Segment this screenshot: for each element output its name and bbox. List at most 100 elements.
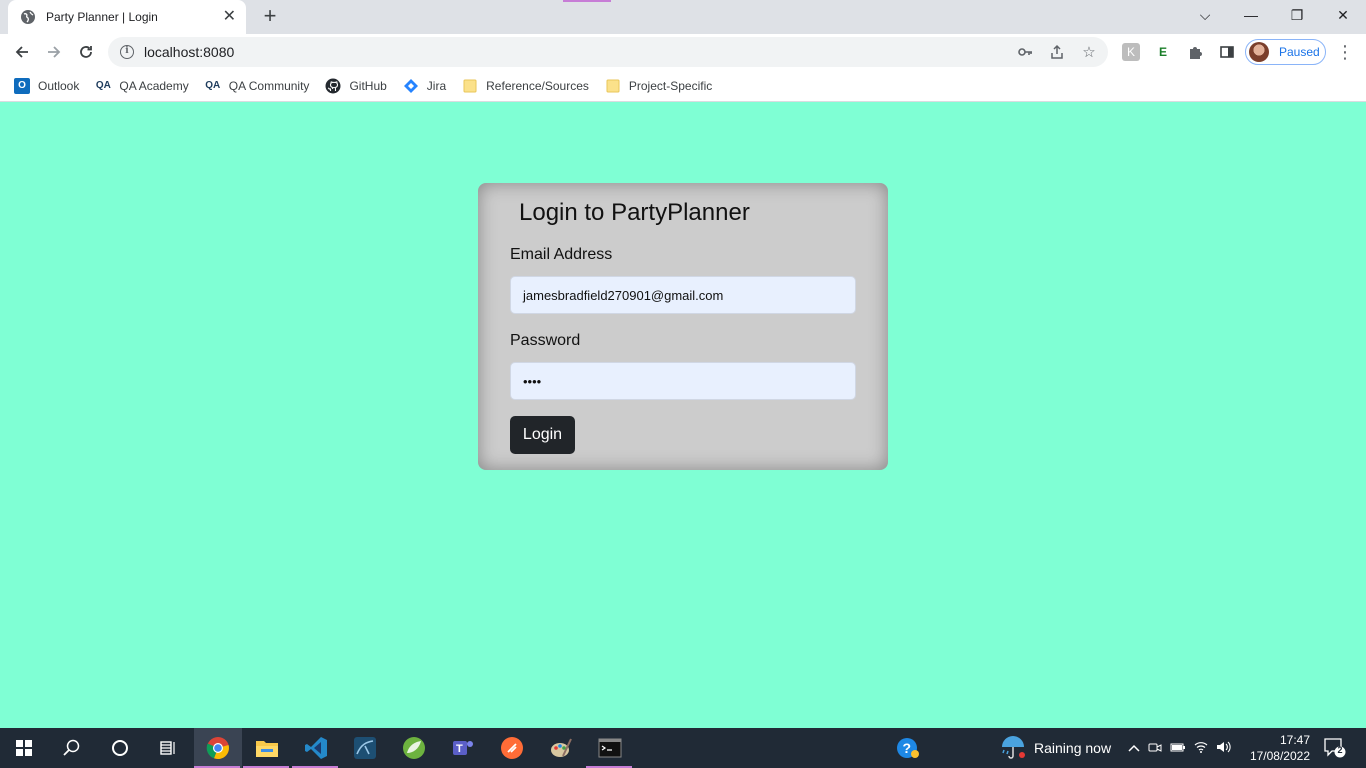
svg-text:T: T	[456, 743, 463, 755]
bookmark-label: QA Community	[228, 78, 310, 93]
folder-icon	[462, 78, 478, 94]
notification-count: 2	[1337, 745, 1343, 755]
bookmark-qa-community[interactable]: QA QA Community	[205, 78, 310, 94]
site-info-icon[interactable]: i	[120, 45, 134, 59]
bookmarks-bar: O Outlook QA QA Academy QA QA Community …	[0, 70, 1366, 102]
minimize-button[interactable]: —	[1228, 0, 1274, 30]
bookmark-label: QA Academy	[119, 78, 189, 93]
login-card: Login to PartyPlanner Email Address jame…	[478, 183, 888, 470]
taskbar-vscode[interactable]	[292, 728, 340, 768]
weather-widget[interactable]: Raining now	[1000, 728, 1111, 768]
tab-strip: Party Planner | Login ✕ + ⌵ — ❐ ✕	[0, 0, 1366, 34]
new-tab-button[interactable]: +	[259, 5, 281, 28]
search-button[interactable]	[48, 728, 96, 768]
task-view-button[interactable]	[144, 728, 192, 768]
login-button[interactable]: Login	[510, 416, 575, 454]
evernote-extension-icon[interactable]: E	[1154, 43, 1172, 61]
taskbar-terminal[interactable]	[586, 728, 634, 768]
bookmark-label: Reference/Sources	[486, 78, 589, 93]
reload-button[interactable]	[74, 40, 98, 64]
url-text: localhost:8080	[144, 44, 235, 60]
tab-title: Party Planner | Login	[46, 10, 158, 24]
taskbar-postman[interactable]	[488, 728, 536, 768]
battery-icon[interactable]	[1170, 741, 1186, 756]
outlook-icon: O	[14, 77, 30, 94]
taskbar-spring-tools[interactable]	[390, 728, 438, 768]
svg-text:?: ?	[903, 740, 912, 756]
taskbar-file-explorer[interactable]	[243, 728, 291, 768]
forward-button[interactable]	[42, 40, 66, 64]
taskbar-teams[interactable]: T	[439, 728, 487, 768]
qa-icon: QA	[205, 80, 221, 91]
avatar	[1249, 42, 1269, 62]
cortana-button[interactable]	[96, 728, 144, 768]
meet-now-icon[interactable]	[1148, 740, 1162, 757]
key-icon[interactable]	[1016, 43, 1034, 61]
teams-icon: T	[453, 741, 473, 755]
cortana-icon	[112, 740, 128, 756]
volume-icon[interactable]	[1216, 741, 1232, 756]
chevron-up-icon[interactable]	[1128, 741, 1140, 755]
back-button[interactable]	[10, 40, 34, 64]
jira-icon	[403, 78, 419, 94]
bookmark-label: Project-Specific	[628, 78, 713, 93]
search-icon	[63, 739, 80, 756]
mysql-workbench-icon	[354, 737, 376, 759]
start-button[interactable]	[0, 728, 48, 768]
profile-button[interactable]: Paused	[1245, 39, 1326, 65]
window-controls: ⌵ — ❐ ✕	[1182, 0, 1366, 30]
password-label: Password	[510, 332, 581, 349]
github-icon	[325, 78, 341, 94]
taskbar-paint[interactable]	[537, 728, 585, 768]
restore-button[interactable]: ❐	[1274, 0, 1320, 30]
clock[interactable]: 17:47 17/08/2022	[1250, 728, 1310, 768]
notification-center-button[interactable]: 2	[1324, 738, 1346, 758]
bookmark-folder-project[interactable]: Project-Specific	[605, 78, 712, 94]
more-menu-icon[interactable]: ⋮	[1336, 42, 1354, 63]
bookmark-label: GitHub	[349, 78, 387, 93]
email-label: Email Address	[510, 246, 613, 263]
address-bar[interactable]: i localhost:8080 ☆	[108, 37, 1108, 67]
vscode-icon	[305, 737, 327, 759]
windows-icon	[16, 740, 32, 756]
extension-icon[interactable]: K	[1122, 43, 1140, 61]
email-field[interactable]: jamesbradfield270901@gmail.com	[510, 276, 856, 314]
tab-search-icon[interactable]: ⌵	[1182, 0, 1228, 30]
help-icon: ?	[897, 738, 919, 758]
bookmark-label: Outlook	[38, 78, 80, 93]
qa-icon: QA	[95, 80, 111, 91]
bookmark-star-icon[interactable]: ☆	[1080, 43, 1098, 61]
bookmark-jira[interactable]: Jira	[403, 78, 446, 94]
taskbar-mysql-workbench[interactable]	[341, 728, 389, 768]
profile-status: Paused	[1279, 45, 1320, 59]
close-window-button[interactable]: ✕	[1320, 0, 1366, 30]
clock-date: 17/08/2022	[1249, 749, 1310, 763]
extensions-puzzle-icon[interactable]	[1186, 43, 1204, 61]
bookmark-outlook[interactable]: O Outlook	[14, 77, 80, 94]
globe-icon	[21, 10, 35, 24]
bookmark-label: Jira	[426, 78, 447, 93]
postman-icon	[501, 737, 523, 759]
password-field[interactable]: ••••	[510, 362, 856, 400]
folder-icon	[256, 741, 278, 757]
reload-icon	[80, 46, 92, 58]
taskbar-chrome[interactable]	[194, 728, 242, 768]
bookmark-qa-academy[interactable]: QA QA Academy	[95, 78, 189, 94]
page-viewport: Login to PartyPlanner Email Address jame…	[0, 102, 1366, 728]
browser-tab[interactable]: Party Planner | Login ✕	[8, 0, 246, 34]
clock-time: 17:47	[1279, 733, 1310, 747]
help-tray-button[interactable]: ?	[884, 728, 932, 768]
bookmark-github[interactable]: GitHub	[325, 78, 387, 94]
weather-text: Raining now	[1034, 740, 1112, 756]
tab-accent	[563, 0, 611, 2]
side-panel-icon[interactable]	[1218, 43, 1236, 61]
tab-close-icon[interactable]: ✕	[223, 9, 236, 25]
share-icon[interactable]	[1048, 43, 1066, 61]
bookmark-folder-reference[interactable]: Reference/Sources	[462, 78, 589, 94]
system-tray	[1128, 728, 1232, 768]
wifi-icon[interactable]	[1194, 741, 1208, 756]
forward-arrow-icon	[48, 46, 61, 58]
paint-icon	[551, 738, 572, 757]
browser-toolbar: i localhost:8080 ☆ K E Paused ⋮	[0, 34, 1366, 70]
spring-icon	[403, 737, 425, 759]
